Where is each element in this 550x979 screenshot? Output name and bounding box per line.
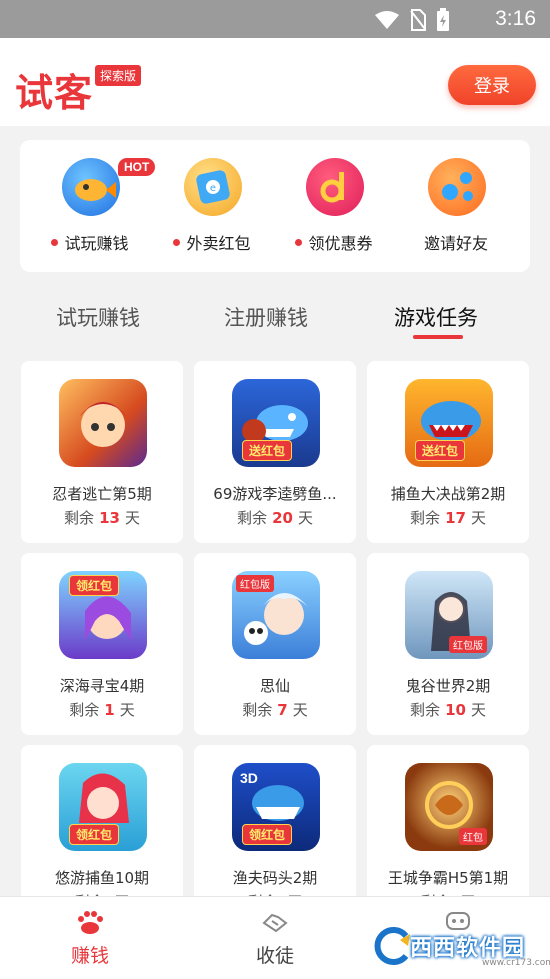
red-dot	[173, 239, 181, 246]
tab-game-tasks[interactable]: 游戏任务	[394, 302, 478, 332]
site-watermark: 西西软件园 www.cr173.com	[370, 924, 550, 970]
days-count: 7	[277, 701, 288, 719]
game-name: 思仙	[259, 677, 290, 695]
paw-icon	[75, 909, 105, 935]
watermark-logo-icon	[374, 927, 410, 965]
redpacket-badge: 领红包	[69, 575, 120, 596]
game-name: 69游戏李逵劈鱼...	[213, 485, 337, 503]
logo-edition-badge: 探索版	[95, 65, 142, 86]
quick-entry-label: 邀请好友	[423, 234, 488, 253]
svg-text:3D: 3D	[240, 770, 258, 786]
game-thumbnail: 3D 领红包	[232, 763, 320, 851]
redpacket-tag: 红包版	[236, 575, 274, 592]
app-header: 试客 探索版 登录	[0, 38, 550, 126]
game-thumbnail: 领红包	[59, 763, 147, 851]
quick-entry-card: HOT 试玩赚钱 e 外卖红包 领优惠券 邀请好友	[20, 140, 530, 272]
game-thumbnail	[59, 379, 147, 467]
game-name: 深海寻宝4期	[59, 677, 145, 695]
days-count: 17	[445, 509, 466, 527]
svg-text:e: e	[210, 183, 216, 194]
game-thumbnail: 送红包	[232, 379, 320, 467]
game-card[interactable]: 红包版 思仙 剩余 7 天	[194, 553, 356, 735]
game-name: 渔夫码头2期	[232, 869, 318, 887]
game-thumbnail: 红包版	[405, 571, 493, 659]
quick-entry-label: 试玩赚钱	[64, 234, 129, 253]
status-icons	[374, 8, 450, 32]
remaining-days: 剩余 20 天	[237, 509, 313, 527]
days-count: 13	[99, 509, 120, 527]
days-count: 20	[272, 509, 293, 527]
remaining-days: 剩余 17 天	[410, 509, 486, 527]
game-card[interactable]: 送红包 捕鱼大决战第2期 剩余 17 天	[367, 361, 529, 543]
game-name: 王城争霸H5第1期	[387, 869, 509, 887]
quick-entry-invite[interactable]: 邀请好友	[396, 158, 516, 258]
game-name: 鬼谷世界2期	[405, 677, 491, 695]
tab-register-earn[interactable]: 注册赚钱	[224, 302, 308, 332]
game-card[interactable]: 红包版 鬼谷世界2期 剩余 10 天	[367, 553, 529, 735]
handshake-icon	[260, 909, 290, 935]
redpacket-badge: 送红包	[415, 440, 466, 461]
wifi-icon	[375, 11, 399, 29]
hot-badge: HOT	[118, 158, 156, 176]
coupon-icon	[306, 158, 364, 216]
quick-entry-label: 外卖红包	[186, 234, 251, 253]
remaining-days: 剩余 7 天	[242, 701, 308, 719]
game-thumbnail: 红包版	[232, 571, 320, 659]
days-count: 1	[104, 701, 115, 719]
redpacket-tag: 红包	[459, 828, 487, 845]
envelope-icon: e	[184, 158, 242, 216]
nav-label: 赚钱	[70, 945, 109, 967]
nav-earn[interactable]: 赚钱	[30, 909, 150, 968]
game-name: 忍者逃亡第5期	[52, 485, 152, 503]
watermark-url: www.cr173.com	[482, 958, 550, 968]
game-card[interactable]: 领红包 深海寻宝4期 剩余 1 天	[21, 553, 183, 735]
clock: 3:16	[495, 7, 536, 30]
login-button[interactable]: 登录	[448, 65, 536, 105]
game-card[interactable]: 送红包 69游戏李逵劈鱼... 剩余 20 天	[194, 361, 356, 543]
quick-entry-label: 领优惠券	[308, 234, 373, 253]
game-name: 悠游捕鱼10期	[54, 869, 150, 887]
tab-trial-earn[interactable]: 试玩赚钱	[56, 302, 140, 332]
redpacket-badge: 送红包	[242, 440, 293, 461]
remaining-days: 剩余 1 天	[69, 701, 135, 719]
app-logo: 试客	[15, 73, 94, 115]
game-thumbnail: 送红包	[405, 379, 493, 467]
quick-entry-trial-earn[interactable]: HOT 试玩赚钱	[30, 158, 156, 258]
nav-apprentice[interactable]: 收徒	[215, 909, 335, 968]
no-sim-icon	[410, 9, 426, 31]
fish-icon	[62, 158, 120, 216]
redpacket-badge: 领红包	[242, 824, 293, 845]
game-name: 捕鱼大决战第2期	[390, 485, 506, 503]
active-tab-indicator	[413, 335, 463, 339]
red-dot	[51, 239, 59, 246]
game-thumbnail: 红包	[405, 763, 493, 851]
remaining-days: 剩余 10 天	[410, 701, 486, 719]
redpacket-badge: 领红包	[69, 824, 120, 845]
quick-entry-coupon[interactable]: 领优惠券	[274, 158, 394, 258]
game-card[interactable]: 忍者逃亡第5期 剩余 13 天	[21, 361, 183, 543]
share-icon	[428, 158, 486, 216]
battery-icon	[437, 8, 449, 31]
nav-label: 收徒	[255, 945, 294, 967]
remaining-days: 剩余 13 天	[64, 509, 140, 527]
red-dot	[295, 239, 303, 246]
game-thumbnail: 领红包	[59, 571, 147, 659]
redpacket-tag: 红包版	[449, 636, 487, 653]
status-bar: 3:16	[0, 0, 550, 38]
days-count: 10	[445, 701, 466, 719]
quick-entry-takeout-redpacket[interactable]: e 外卖红包	[152, 158, 272, 258]
